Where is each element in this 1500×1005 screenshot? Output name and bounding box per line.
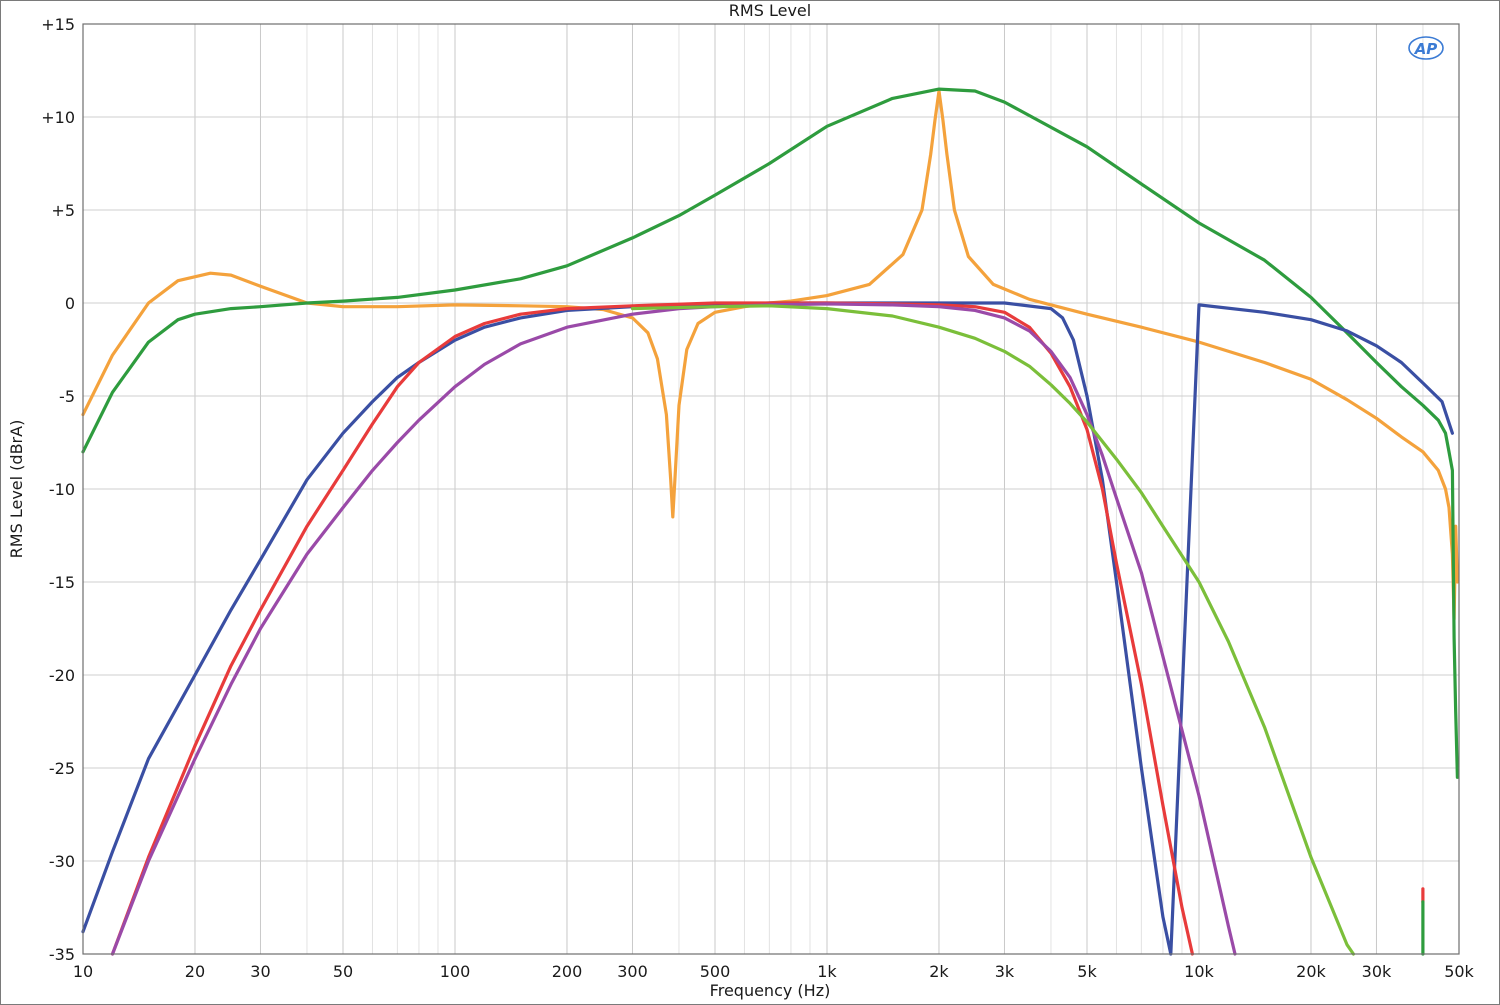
y-tick-label: +5 (51, 201, 75, 220)
y-tick-label: -5 (59, 387, 75, 406)
y-axis-title: RMS Level (dBrA) (7, 420, 26, 559)
y-tick-label: 0 (65, 294, 75, 313)
rms-level-chart: RMS Level 10 20 30 50 100 200 300 500 1k 2k 3k 5k 10… (7, 1, 1475, 1000)
x-tick-label: 1k (817, 962, 837, 981)
x-axis-title: Frequency (Hz) (710, 981, 831, 1000)
x-tick-label: 100 (440, 962, 471, 981)
x-tick-label: 200 (552, 962, 583, 981)
y-tick-label: -10 (49, 480, 75, 499)
y-tick-label: -20 (49, 666, 75, 685)
x-tick-label: 30k (1362, 962, 1392, 981)
x-tick-labels: 10 20 30 50 100 200 300 500 1k 2k 3k 5k 10k 20k 30k 50k (73, 962, 1475, 981)
y-tick-label: -35 (49, 945, 75, 964)
y-tick-label: -25 (49, 759, 75, 778)
x-tick-label: 20k (1296, 962, 1326, 981)
y-tick-label: -30 (49, 852, 75, 871)
x-tick-label: 10k (1184, 962, 1214, 981)
x-tick-label: 300 (617, 962, 648, 981)
x-tick-label: 50k (1444, 962, 1474, 981)
y-tick-label: +15 (41, 15, 75, 34)
x-tick-label: 30 (250, 962, 270, 981)
x-tick-label: 5k (1077, 962, 1097, 981)
x-tick-label: 500 (700, 962, 731, 981)
chart-title: RMS Level (729, 1, 811, 20)
x-tick-label: 3k (995, 962, 1015, 981)
ap-logo-text: AP (1414, 40, 1438, 58)
x-tick-label: 10 (73, 962, 93, 981)
x-tick-label: 50 (333, 962, 353, 981)
y-tick-label: -15 (49, 573, 75, 592)
y-tick-labels: +15 +10 +5 0 -5 -10 -15 -20 -25 -30 -35 (41, 15, 75, 964)
y-tick-label: +10 (41, 108, 75, 127)
x-tick-label: 20 (185, 962, 205, 981)
x-tick-label: 2k (929, 962, 949, 981)
